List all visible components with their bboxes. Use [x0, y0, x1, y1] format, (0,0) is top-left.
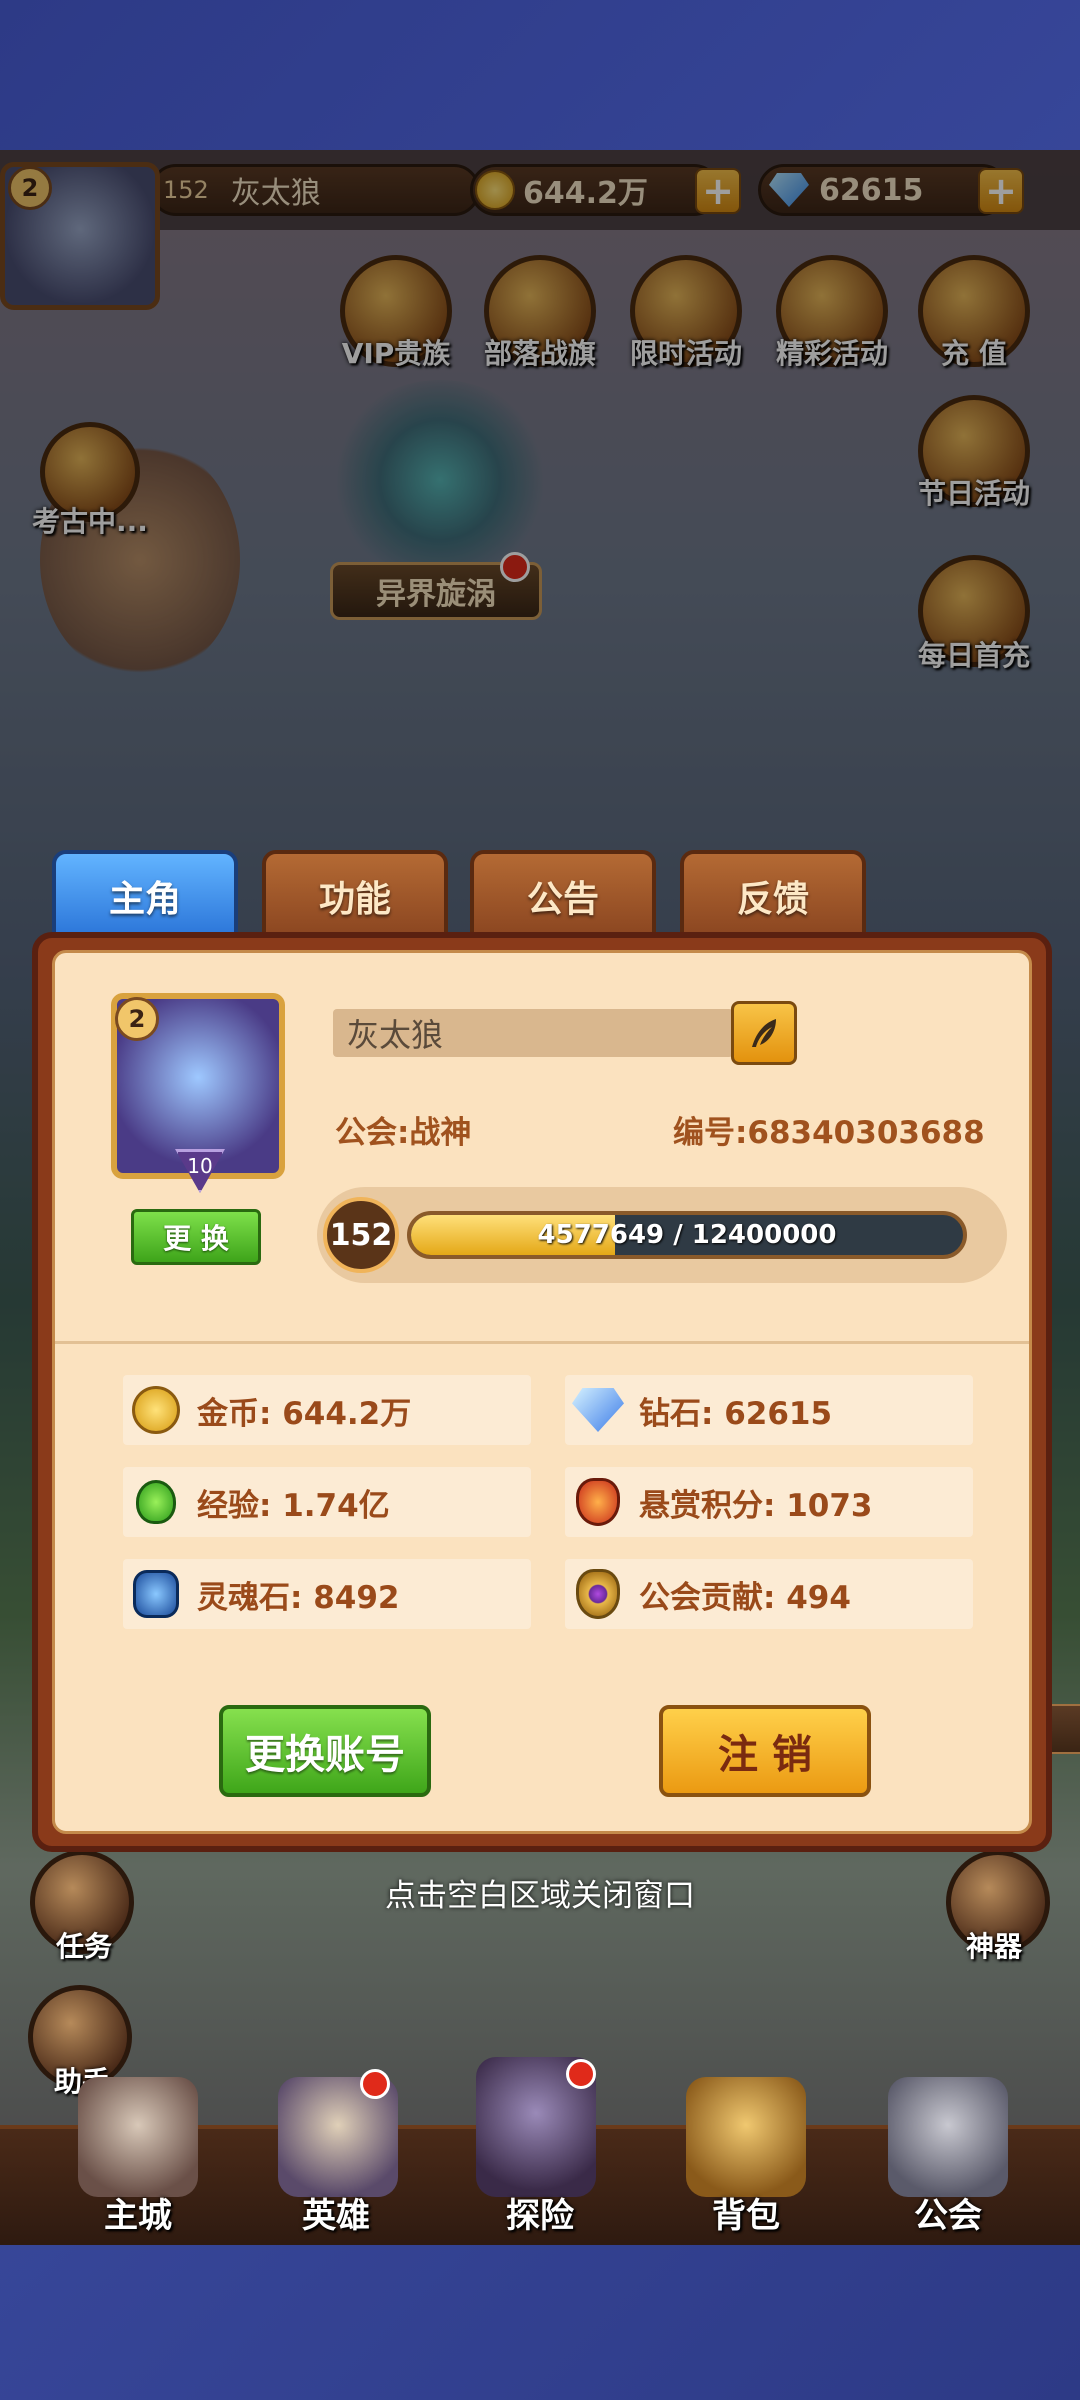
gold-coin-icon	[129, 1383, 183, 1437]
side-label-artifact: 神器	[965, 1930, 1022, 1963]
potion-icon	[129, 1475, 183, 1529]
resource-bounty-label: 悬赏积分: 1073	[639, 1487, 873, 1524]
tab-functions[interactable]: 功能	[262, 850, 448, 942]
hero-card-stars: 10	[175, 1149, 225, 1193]
nav-item-explore[interactable]: 探险	[440, 2188, 640, 2237]
feather-icon	[752, 1019, 776, 1047]
explore-notification-dot	[566, 2059, 596, 2089]
nav-item-bag[interactable]: 背包	[646, 2188, 846, 2237]
nav-item-hero[interactable]: 英雄	[236, 2188, 436, 2237]
logout-button[interactable]: 注 销	[659, 1705, 871, 1797]
resource-bounty: 悬赏积分: 1073	[565, 1467, 973, 1537]
resource-experience: 经验: 1.74亿	[123, 1467, 531, 1537]
section-divider	[55, 1341, 1029, 1344]
nav-item-main-city[interactable]: 主城	[38, 2188, 238, 2237]
tab-protagonist[interactable]: 主角	[52, 850, 238, 942]
resource-diamond-label: 钻石: 62615	[639, 1395, 833, 1432]
bag-icon[interactable]	[686, 2077, 806, 2197]
hero-portrait-card[interactable]: 2 10	[111, 993, 285, 1193]
guild-contribution-icon	[571, 1567, 625, 1621]
edit-name-button[interactable]	[731, 1001, 797, 1065]
soul-stone-icon	[129, 1567, 183, 1621]
hero-card-level: 2	[115, 997, 159, 1041]
side-label-task: 任务	[55, 1930, 112, 1963]
nav-item-guild[interactable]: 公会	[848, 2188, 1048, 2237]
resource-soul-stone: 灵魂石: 8492	[123, 1559, 531, 1629]
resource-diamond: 钻石: 62615	[565, 1375, 973, 1445]
resource-guild-contribution: 公会贡献: 494	[565, 1559, 973, 1629]
switch-account-button[interactable]: 更换账号	[219, 1705, 431, 1797]
change-avatar-button[interactable]: 更 换	[131, 1209, 261, 1265]
resource-gold: 金币: 644.2万	[123, 1375, 531, 1445]
tab-feedback[interactable]: 反馈	[680, 850, 866, 942]
game-screen: 152 灰太狼 644.2万 + 62615 + 2 VIP贵族 部落战旗 限时…	[0, 150, 1080, 2245]
resource-soul-stone-label: 灵魂石: 8492	[197, 1579, 400, 1616]
resource-guild-contribution-label: 公会贡献: 494	[639, 1579, 851, 1616]
bounty-badge-icon	[571, 1475, 625, 1529]
player-name-field[interactable]: 灰太狼	[333, 1009, 733, 1057]
hero-notification-dot	[360, 2069, 390, 2099]
experience-text: 4577649 / 12400000	[537, 1220, 837, 1250]
level-indicator: 152	[323, 1197, 399, 1273]
profile-panel: 2 10 灰太狼 公会:战神 编号:68340303688 更 换 152 45…	[32, 932, 1052, 1852]
close-hint: 点击空白区域关闭窗口	[385, 1878, 695, 1914]
tab-announcements[interactable]: 公告	[470, 850, 656, 942]
resource-gold-label: 金币: 644.2万	[197, 1395, 412, 1432]
experience-panel: 152 4577649 / 12400000	[317, 1187, 1007, 1283]
resource-experience-label: 经验: 1.74亿	[197, 1487, 390, 1524]
castle-icon[interactable]	[78, 2077, 198, 2197]
bottom-nav: 主城 英雄 探险 背包 公会	[0, 2057, 1080, 2245]
guild-info: 公会:战神	[335, 1115, 472, 1151]
profile-panel-body: 2 10 灰太狼 公会:战神 编号:68340303688 更 换 152 45…	[52, 950, 1032, 1834]
diamond-icon	[571, 1383, 625, 1437]
player-id-info: 编号:68340303688	[673, 1115, 985, 1151]
guild-icon[interactable]	[888, 2077, 1008, 2197]
experience-bar: 4577649 / 12400000	[407, 1211, 967, 1259]
